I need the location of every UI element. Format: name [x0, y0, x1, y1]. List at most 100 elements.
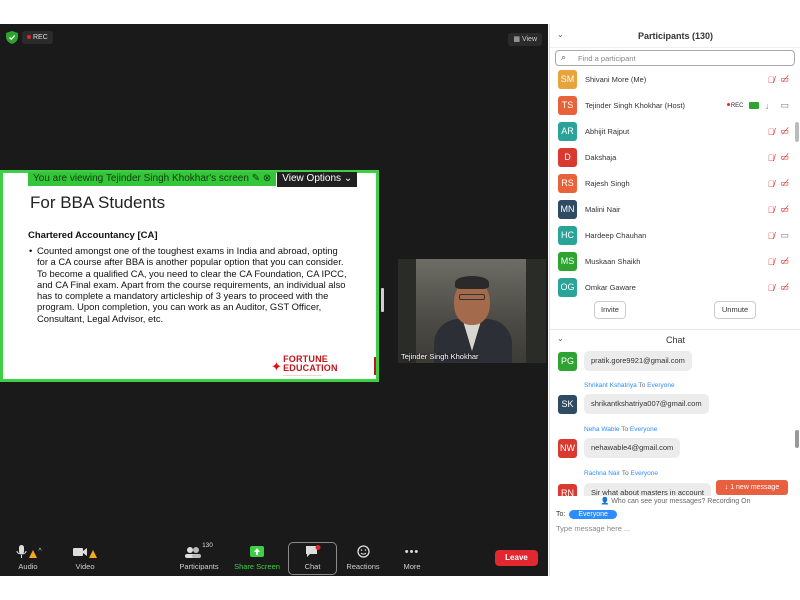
person-icon: 👤	[600, 498, 612, 505]
avatar: RS	[558, 174, 577, 193]
meeting-area: REC ▦ View You are viewing Tejinder Sing…	[0, 24, 548, 576]
video-button[interactable]: Video	[70, 542, 100, 571]
video-off-icon: ▭̸	[780, 178, 789, 188]
chat-bubble-icon	[296, 542, 329, 561]
participant-status: 🎙̸ ▭̸	[768, 126, 789, 137]
muted-mic-icon: 🎙̸	[767, 230, 775, 241]
chat-meta: Rachna Nair To Everyone	[584, 470, 658, 477]
invite-button[interactable]: Invite	[594, 301, 626, 319]
chevron-down-icon: ⌄	[343, 172, 353, 184]
muted-mic-icon: 🎙̸	[767, 178, 775, 189]
participant-row[interactable]: SM Shivani More (Me) 🎙̸ ▭̸	[550, 68, 795, 92]
grid-icon: ▦	[513, 36, 522, 43]
recipient-selector[interactable]: Everyone	[569, 510, 617, 519]
participant-search-input[interactable]: ⌕ Find a participant	[555, 50, 795, 66]
chat-bubble: pratik.gore9921@gmail.com	[584, 351, 692, 371]
pin-icon[interactable]: ✎	[252, 173, 260, 184]
participant-name: Omkar Gaware	[585, 283, 636, 292]
share-banner: You are viewing Tejinder Singh Khokhar's…	[28, 171, 358, 187]
video-off-icon: ▭̸	[780, 74, 789, 84]
view-button[interactable]: ▦ View	[508, 33, 542, 46]
participant-name: Abhijit Rajput	[585, 127, 630, 136]
chat-input[interactable]: Type message here ...	[556, 524, 630, 533]
logo-tagline: —————————————	[283, 373, 323, 377]
participant-name: Rajesh Singh	[585, 179, 630, 188]
reactions-button[interactable]: Reactions	[344, 542, 382, 571]
stop-icon[interactable]: ⊗	[263, 173, 271, 184]
participant-row[interactable]: MN Malini Nair 🎙̸ ▭̸	[550, 198, 795, 222]
to-label: To	[621, 426, 629, 433]
logo-bar	[374, 357, 376, 375]
participant-row[interactable]: OG Omkar Gaware 🎙̸ ▭̸	[550, 276, 795, 300]
new-message-button[interactable]: ↓ 1 new message	[716, 480, 788, 495]
recording-badge: REC	[726, 103, 743, 109]
split-divider-handle[interactable]	[381, 288, 384, 312]
share-screen-icon	[232, 542, 282, 561]
slide-body-text: Counted amongst one of the toughest exam…	[37, 245, 347, 324]
participants-scrollbar[interactable]	[795, 122, 799, 142]
view-options-button[interactable]: View Options ⌄	[277, 171, 358, 187]
rec-dot-icon	[27, 35, 31, 40]
view-label: View	[521, 36, 537, 43]
logo-text: FORTUNE EDUCATION	[283, 354, 338, 373]
rec-dot-icon	[726, 103, 730, 107]
audio-caret-icon[interactable]: ^	[38, 548, 41, 555]
rec-label: REC	[33, 34, 48, 41]
participant-name: Muskaan Shaikh	[585, 257, 641, 266]
participant-row[interactable]: AR Abhijit Rajput 🎙̸ ▭̸	[550, 120, 795, 144]
fortune-education-logo: ✦ FORTUNE EDUCATION —————————————	[271, 355, 376, 377]
side-panel: ⌄ Participants (130) ⌕ Find a participan…	[549, 24, 800, 576]
who-can-see-link[interactable]: 👤 Who can see your messages? Recording O…	[550, 497, 800, 505]
video-person-hair	[455, 276, 489, 289]
who-can-see-text: Who can see your messages? Recording On	[611, 498, 751, 505]
avatar: MS	[558, 252, 577, 271]
participant-row[interactable]: MS Muskaan Shaikh 🎙̸ ▭̸	[550, 250, 795, 274]
participant-row[interactable]: HC Hardeep Chauhan 🎙̸ ▭	[550, 224, 795, 248]
participant-status: 🎙̸ ▭̸	[768, 204, 789, 215]
participant-name: Shivani More (Me)	[585, 75, 647, 84]
audio-label: Audio	[18, 562, 38, 571]
reactions-icon	[344, 542, 382, 561]
sender-name[interactable]: Rachna Nair	[584, 470, 620, 477]
viewing-text: You are viewing Tejinder Singh Khokhar's…	[33, 173, 249, 184]
shared-screen: You are viewing Tejinder Singh Khokhar's…	[0, 170, 379, 382]
security-shield-icon[interactable]	[6, 31, 18, 44]
video-off-icon: ▭̸	[780, 126, 789, 136]
search-icon: ⌕	[561, 52, 567, 62]
participant-status: 🎙̸ ▭̸	[768, 256, 789, 267]
participants-icon: 130	[176, 542, 222, 561]
participants-count: 130	[202, 542, 213, 549]
to-label: To:	[556, 511, 566, 518]
video-camera-icon: ▭	[780, 100, 789, 110]
speaker-video-tile[interactable]: Tejinder Singh Khokhar	[398, 259, 546, 363]
more-button[interactable]: ••• More	[398, 542, 426, 572]
participant-row[interactable]: D Dakshaja 🎙̸ ▭̸	[550, 146, 795, 170]
video-off-icon: ▭̸	[780, 256, 789, 266]
participant-row[interactable]: RS Rajesh Singh 🎙̸ ▭̸	[550, 172, 795, 196]
recording-indicator: REC	[22, 31, 53, 44]
leave-button[interactable]: Leave	[495, 550, 538, 566]
participant-row[interactable]: TS Tejinder Singh Khokhar (Host) REC ♩ ▭	[550, 94, 795, 118]
muted-mic-icon: 🎙̸	[767, 152, 775, 163]
chat-button[interactable]: Chat	[296, 542, 329, 571]
participants-button[interactable]: 130 Participants	[176, 542, 222, 571]
sender-name[interactable]: Shrikant Kshatriya	[584, 382, 637, 389]
recipient: Everyone	[629, 426, 658, 433]
participant-status: 🎙̸ ▭̸	[768, 282, 789, 293]
audio-button[interactable]: ^ Audio	[12, 542, 44, 571]
chat-header: ⌄ Chat	[550, 329, 800, 347]
muted-mic-icon: 🎙̸	[767, 126, 775, 137]
muted-mic-icon: 🎙̸	[767, 204, 775, 215]
participants-label: Participants	[179, 562, 219, 571]
video-person-glasses	[459, 294, 485, 300]
more-dots-icon: •••	[404, 545, 420, 558]
chat-scrollbar[interactable]	[795, 430, 799, 448]
sender-name[interactable]: Neha Wable	[584, 426, 620, 433]
unmute-button[interactable]: Unmute	[714, 301, 756, 319]
recipient: Everyone	[647, 382, 675, 389]
participant-status: 🎙̸ ▭̸	[768, 178, 789, 189]
chat-bubble: Sir what about masters in account	[584, 483, 711, 496]
video-camera-warning-icon	[70, 542, 100, 561]
share-screen-button[interactable]: Share Screen	[232, 542, 282, 571]
avatar: SM	[558, 70, 577, 89]
